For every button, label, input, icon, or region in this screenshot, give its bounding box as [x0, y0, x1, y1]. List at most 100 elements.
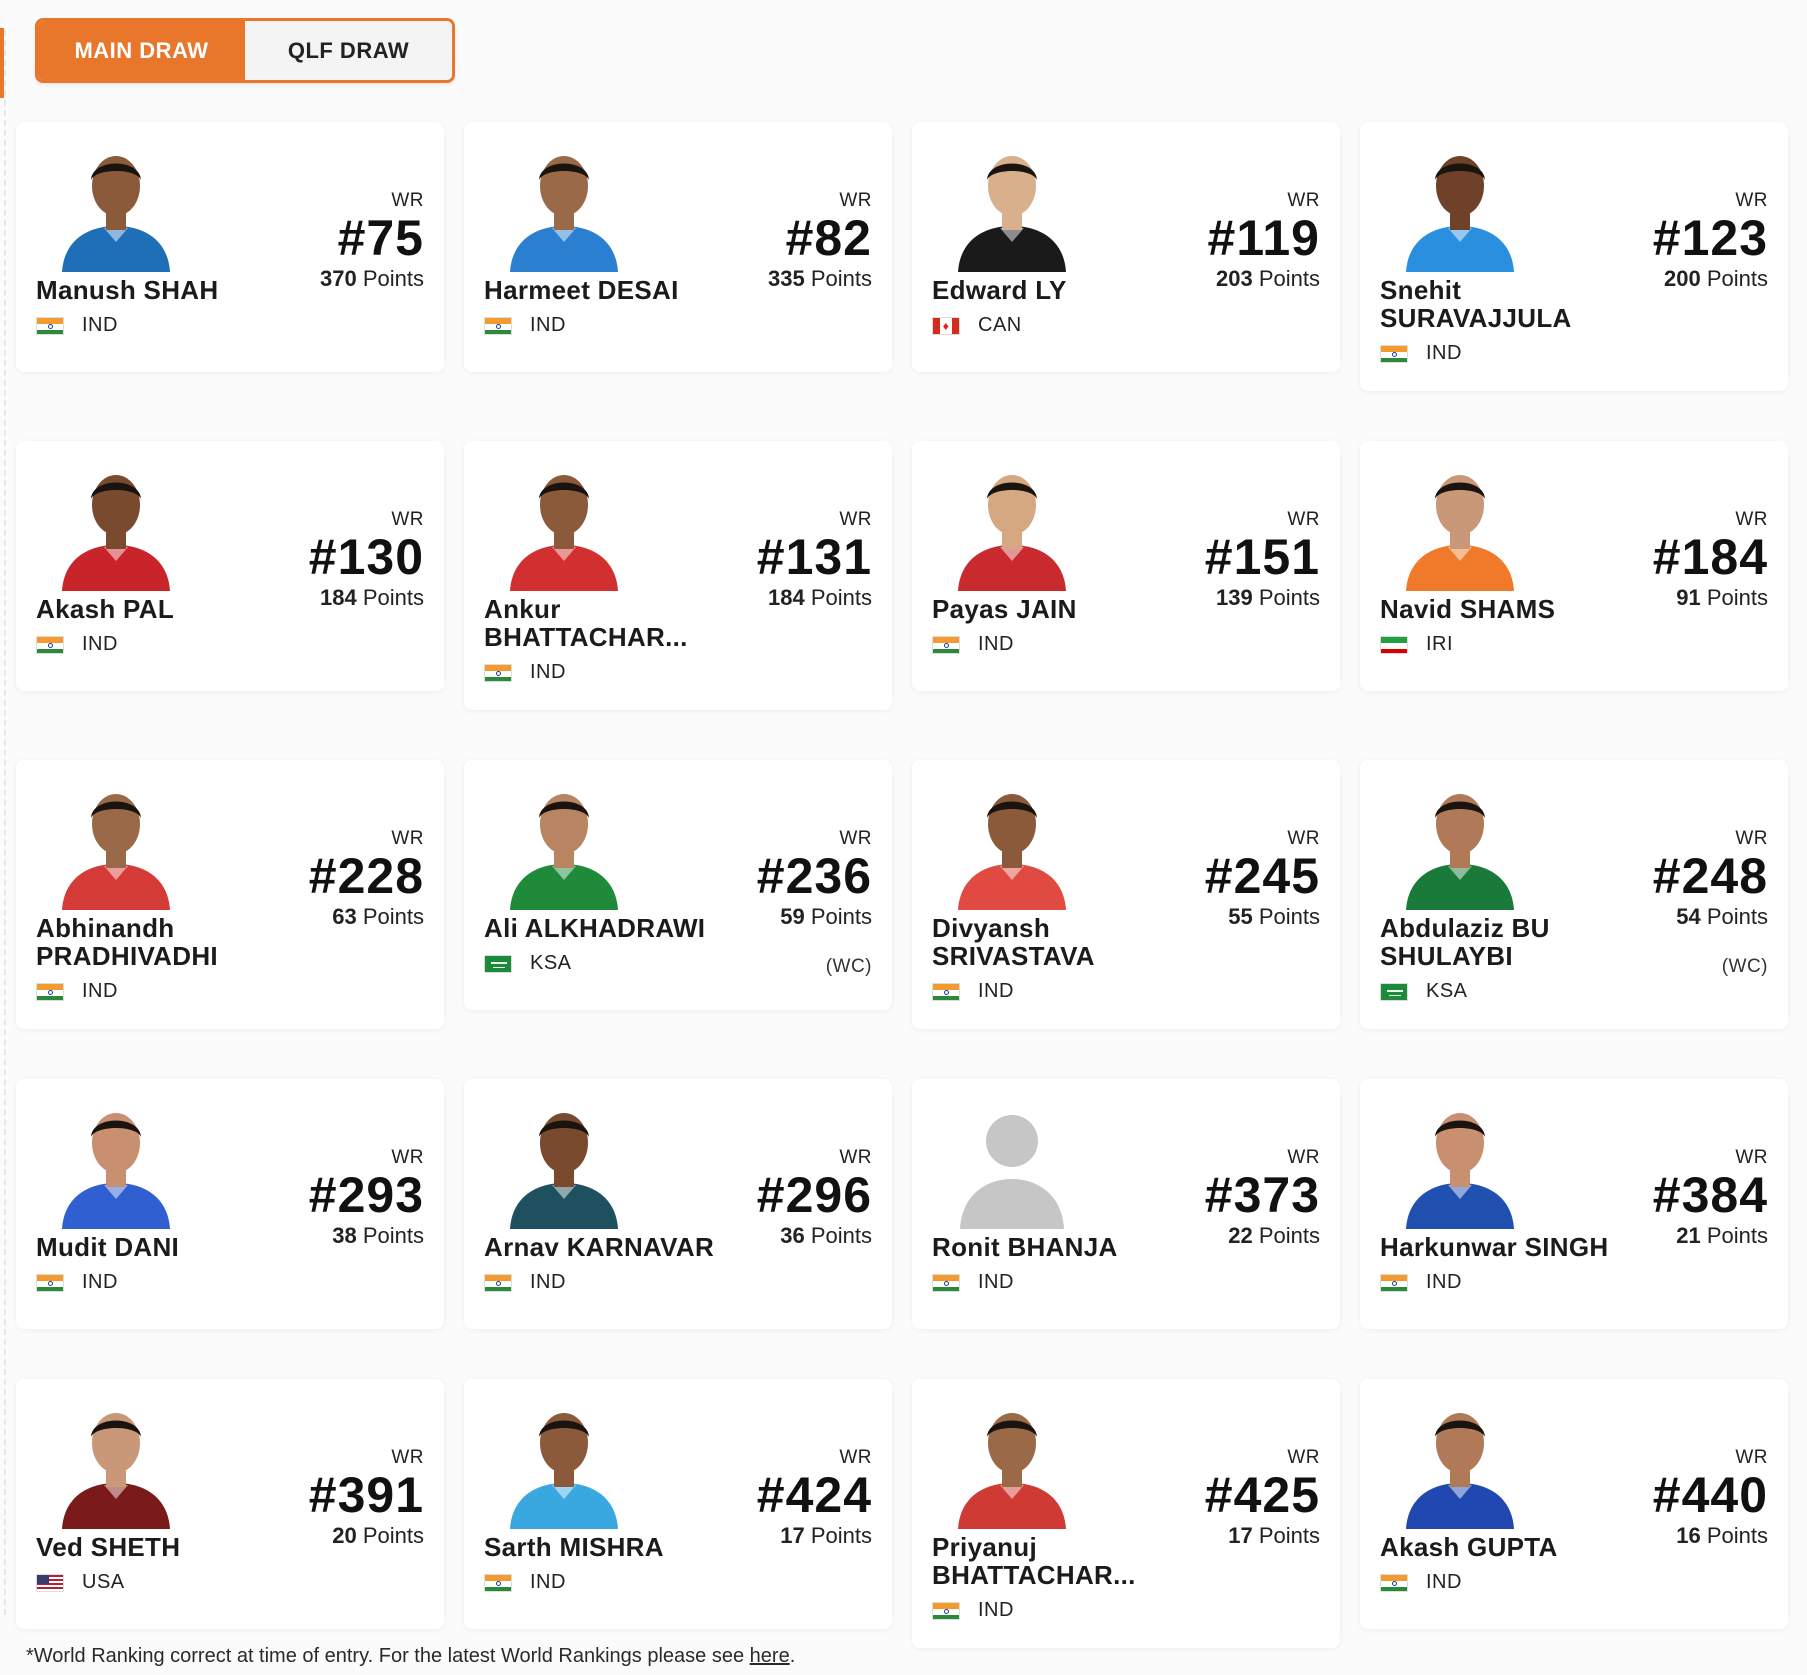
player-country: IND	[932, 1271, 1172, 1294]
footnote-end: .	[789, 1645, 796, 1667]
player-name[interactable]: Payas JAIN	[932, 595, 1172, 623]
player-name[interactable]: Mudit DANI	[36, 1233, 276, 1261]
player-card[interactable]: Harmeet DESAI IND WR #82 335 Points	[464, 122, 892, 372]
points-value: 63	[332, 904, 357, 929]
player-card[interactable]: Abdulaziz BU SHULAYBI KSA WR #248 54 Points (…	[1360, 760, 1788, 1029]
player-name[interactable]: Ronit BHANJA	[932, 1233, 1172, 1261]
points-value: 91	[1676, 585, 1701, 610]
player-name[interactable]: Harkunwar SINGH	[1380, 1233, 1620, 1261]
player-card[interactable]: Ronit BHANJA IND WR #373 22 Points	[912, 1079, 1340, 1329]
points-value: 55	[1228, 904, 1253, 929]
ranking-points: 20 Points	[294, 1523, 424, 1549]
player-card[interactable]: Ved SHETH USA WR #391 20 Points	[16, 1379, 444, 1629]
world-rank: #424	[756, 1467, 872, 1523]
player-name[interactable]: Abhinandh PRADHIVADHI	[36, 914, 276, 970]
player-name[interactable]: Ved SHETH	[36, 1533, 276, 1561]
wr-label: WR	[1287, 1147, 1320, 1168]
player-card[interactable]: Abhinandh PRADHIVADHI IND WR #228 63 Points	[16, 760, 444, 1029]
tab-main-draw[interactable]: MAIN DRAW	[38, 21, 245, 80]
player-card[interactable]: Divyansh SRIVASTAVA IND WR #245 55 Points	[912, 760, 1340, 1029]
flag-icon	[1380, 635, 1408, 654]
player-name[interactable]: Priyanuj BHATTACHAR...	[932, 1533, 1172, 1589]
player-name[interactable]: Akash GUPTA	[1380, 1533, 1620, 1561]
player-card[interactable]: Payas JAIN IND WR #151 139 Points	[912, 441, 1340, 691]
points-value: 59	[780, 904, 805, 929]
wr-label: WR	[1735, 1147, 1768, 1168]
wr-label: WR	[839, 1147, 872, 1168]
player-info: Priyanuj BHATTACHAR... IND	[932, 1399, 1172, 1622]
player-card[interactable]: Edward LY ♦ CAN WR #119 203 Points	[912, 122, 1340, 372]
player-name[interactable]: Sarth MISHRA	[484, 1533, 724, 1561]
ranking-points: 203 Points	[1190, 266, 1320, 292]
player-ranking: WR #425 17 Points	[1190, 1399, 1320, 1622]
points-word: Points	[1706, 904, 1768, 929]
player-name[interactable]: Edward LY	[932, 276, 1172, 304]
country-code: IND	[82, 1271, 118, 1293]
player-photo	[56, 461, 176, 591]
world-rank: #228	[308, 848, 424, 904]
player-info: Akash PAL IND	[36, 461, 276, 665]
player-info: Payas JAIN IND	[932, 461, 1172, 665]
world-rank: #119	[1207, 210, 1320, 266]
player-name[interactable]: Navid SHAMS	[1380, 595, 1620, 623]
player-name[interactable]: Ankur BHATTACHAR...	[484, 595, 724, 651]
player-name[interactable]: Arnav KARNAVAR	[484, 1233, 724, 1261]
ranking-points: 184 Points	[294, 585, 424, 611]
world-rank: #245	[1204, 848, 1320, 904]
player-card[interactable]: Akash PAL IND WR #130 184 Points	[16, 441, 444, 691]
player-card[interactable]: Manush SHAH IND WR #75 370 Points	[16, 122, 444, 372]
player-card[interactable]: Arnav KARNAVAR IND WR #296 36 Points	[464, 1079, 892, 1329]
player-card[interactable]: Ali ALKHADRAWI KSA WR #236 59 Points (WC)	[464, 760, 892, 1010]
player-info: Ali ALKHADRAWI KSA	[484, 780, 724, 984]
wildcard-badge: (WC)	[1721, 956, 1768, 977]
player-ranking: WR #236 59 Points (WC)	[742, 780, 872, 984]
ranking-points: 200 Points	[1638, 266, 1768, 292]
player-name[interactable]: Abdulaziz BU SHULAYBI	[1380, 914, 1620, 970]
world-rank: #130	[308, 529, 424, 585]
player-card[interactable]: Priyanuj BHATTACHAR... IND WR #425 17 Points	[912, 1379, 1340, 1648]
player-name[interactable]: Akash PAL	[36, 595, 276, 623]
wr-label: WR	[391, 828, 424, 849]
country-code: IND	[978, 1599, 1014, 1621]
points-value: 54	[1676, 904, 1701, 929]
player-card[interactable]: Ankur BHATTACHAR... IND WR #131 184 Points	[464, 441, 892, 710]
flag-icon	[932, 635, 960, 654]
points-value: 200	[1664, 266, 1701, 291]
player-card[interactable]: Navid SHAMS IRI WR #184 91 Points	[1360, 441, 1788, 691]
player-card[interactable]: Akash GUPTA IND WR #440 16 Points	[1360, 1379, 1788, 1629]
player-card[interactable]: Sarth MISHRA IND WR #424 17 Points	[464, 1379, 892, 1629]
ranking-points: 59 Points	[742, 904, 872, 930]
ranking-points: 63 Points	[294, 904, 424, 930]
world-rank: #296	[756, 1167, 872, 1223]
player-ranking: WR #440 16 Points	[1638, 1399, 1768, 1603]
ranking-points: 91 Points	[1638, 585, 1768, 611]
player-country: IRI	[1380, 633, 1620, 656]
points-word: Points	[1258, 266, 1320, 291]
player-info: Arnav KARNAVAR IND	[484, 1099, 724, 1303]
rankings-link[interactable]: here	[750, 1645, 790, 1667]
player-name[interactable]: Manush SHAH	[36, 276, 276, 304]
country-code: IND	[1426, 1571, 1462, 1593]
player-name[interactable]: Snehit SURAVAJJULA	[1380, 276, 1620, 332]
country-code: IND	[82, 980, 118, 1002]
tab-qlf-draw[interactable]: QLF DRAW	[245, 21, 452, 80]
country-code: KSA	[530, 952, 572, 974]
player-name[interactable]: Ali ALKHADRAWI	[484, 914, 724, 942]
player-ranking: WR #151 139 Points	[1190, 461, 1320, 665]
player-card[interactable]: Snehit SURAVAJJULA IND WR #123 200 Points	[1360, 122, 1788, 391]
player-name[interactable]: Harmeet DESAI	[484, 276, 724, 304]
wr-label: WR	[391, 1447, 424, 1468]
player-country: IND	[484, 1571, 724, 1594]
player-ranking: WR #424 17 Points	[742, 1399, 872, 1603]
points-word: Points	[810, 1523, 872, 1548]
player-photo	[1400, 1099, 1520, 1229]
ranking-points: 36 Points	[742, 1223, 872, 1249]
player-photo	[56, 1399, 176, 1529]
player-card[interactable]: Harkunwar SINGH IND WR #384 21 Points	[1360, 1079, 1788, 1329]
flag-icon	[932, 982, 960, 1001]
ranking-points: 21 Points	[1638, 1223, 1768, 1249]
player-name[interactable]: Divyansh SRIVASTAVA	[932, 914, 1172, 970]
world-rank: #425	[1204, 1467, 1320, 1523]
player-card[interactable]: Mudit DANI IND WR #293 38 Points	[16, 1079, 444, 1329]
ranking-points: 139 Points	[1190, 585, 1320, 611]
